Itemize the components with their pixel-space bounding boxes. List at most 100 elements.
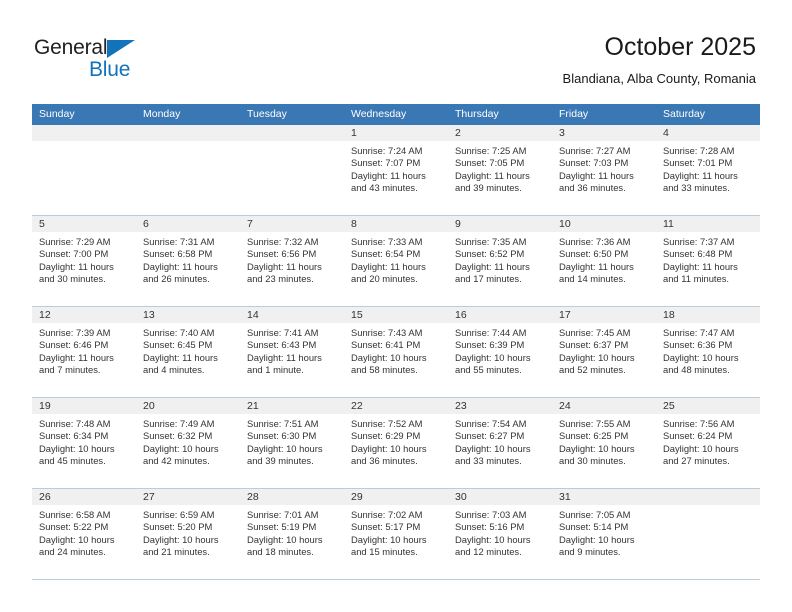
calendar-day-cell[interactable]: 22 Sunrise: 7:52 AM Sunset: 6:29 PM Dayligh…	[344, 398, 448, 488]
daylight-duration-line1: Daylight: 11 hours	[351, 169, 426, 181]
weekday-wednesday: Wednesday	[351, 108, 407, 120]
day-number: 9	[448, 216, 552, 232]
daylight-duration-line2: and 27 minutes.	[663, 455, 730, 467]
sunrise-time: Sunrise: 7:02 AM	[351, 509, 423, 520]
sunrise-time: Sunrise: 7:35 AM	[455, 236, 527, 247]
day-number: 4	[656, 125, 760, 141]
sunset-time: Sunset: 6:39 PM	[455, 339, 525, 351]
calendar-day-cell[interactable]: 25 Sunrise: 7:56 AM Sunset: 6:24 PM Dayligh…	[656, 398, 760, 488]
daylight-duration-line2: and 39 minutes.	[455, 182, 522, 194]
day-sun-info: Sunrise: 7:33 AM Sunset: 6:54 PM Daylight:…	[344, 232, 448, 286]
calendar-day-cell[interactable]: 21 Sunrise: 7:51 AM Sunset: 6:30 PM Dayligh…	[240, 398, 344, 488]
daylight-duration-line1: Daylight: 10 hours	[247, 533, 323, 545]
calendar-day-cell[interactable]: 7 Sunrise: 7:32 AM Sunset: 6:56 PM Daylight…	[240, 216, 344, 306]
day-number: 11	[656, 216, 760, 232]
calendar-day-cell[interactable]: 11 Sunrise: 7:37 AM Sunset: 6:48 PM Dayligh…	[656, 216, 760, 306]
calendar-day-cell[interactable]: 26 Sunrise: 6:58 AM Sunset: 5:22 PM Dayligh…	[32, 489, 136, 579]
day-sun-info: Sunrise: 7:41 AM Sunset: 6:43 PM Daylight:…	[240, 323, 344, 377]
daylight-duration-line1: Daylight: 11 hours	[247, 351, 322, 363]
calendar-day-cell[interactable]: 27 Sunrise: 6:59 AM Sunset: 5:20 PM Dayligh…	[136, 489, 240, 579]
calendar-day-cell[interactable]: 17 Sunrise: 7:45 AM Sunset: 6:37 PM Dayligh…	[552, 307, 656, 397]
daylight-duration-line1: Daylight: 11 hours	[143, 351, 218, 363]
daylight-duration-line2: and 58 minutes.	[351, 364, 418, 376]
sunset-time: Sunset: 5:17 PM	[351, 521, 421, 533]
daylight-duration-line1: Daylight: 11 hours	[455, 169, 530, 181]
sunrise-time: Sunrise: 7:47 AM	[663, 327, 735, 338]
calendar-day-cell[interactable]: 23 Sunrise: 7:54 AM Sunset: 6:27 PM Dayligh…	[448, 398, 552, 488]
calendar-day-cell[interactable]: 16 Sunrise: 7:44 AM Sunset: 6:39 PM Dayligh…	[448, 307, 552, 397]
calendar-day-cell[interactable]: 1 Sunrise: 7:24 AM Sunset: 7:07 PM Daylight…	[344, 125, 448, 215]
weekday-header-row: Sunday Monday Tuesday Wednesday Thursday…	[32, 104, 760, 125]
sunset-time: Sunset: 6:46 PM	[39, 339, 109, 351]
calendar-day-cell[interactable]: 2 Sunrise: 7:25 AM Sunset: 7:05 PM Daylight…	[448, 125, 552, 215]
page-subtitle: Blandiana, Alba County, Romania	[562, 71, 756, 86]
calendar-day-cell[interactable]: 18 Sunrise: 7:47 AM Sunset: 6:36 PM Dayligh…	[656, 307, 760, 397]
day-sun-info: Sunrise: 7:29 AM Sunset: 7:00 PM Daylight:…	[32, 232, 136, 286]
sunrise-time: Sunrise: 7:03 AM	[455, 509, 527, 520]
daylight-duration-line2: and 30 minutes.	[559, 455, 626, 467]
daylight-duration-line1: Daylight: 11 hours	[455, 260, 530, 272]
day-sun-info: Sunrise: 7:03 AM Sunset: 5:16 PM Daylight:…	[448, 505, 552, 559]
calendar-day-cell[interactable]: 14 Sunrise: 7:41 AM Sunset: 6:43 PM Dayligh…	[240, 307, 344, 397]
calendar-day-cell[interactable]: 10 Sunrise: 7:36 AM Sunset: 6:50 PM Dayligh…	[552, 216, 656, 306]
sunset-time: Sunset: 5:14 PM	[559, 521, 629, 533]
calendar-day-cell[interactable]: 13 Sunrise: 7:40 AM Sunset: 6:45 PM Dayligh…	[136, 307, 240, 397]
sunset-time: Sunset: 6:45 PM	[143, 339, 213, 351]
day-sun-info: Sunrise: 7:54 AM Sunset: 6:27 PM Daylight:…	[448, 414, 552, 468]
sunrise-time: Sunrise: 7:36 AM	[559, 236, 631, 247]
calendar-day-cell[interactable]: 4 Sunrise: 7:28 AM Sunset: 7:01 PM Daylight…	[656, 125, 760, 215]
day-number: 14	[240, 307, 344, 323]
calendar-day-cell[interactable]: 15 Sunrise: 7:43 AM Sunset: 6:41 PM Dayligh…	[344, 307, 448, 397]
day-sun-info: Sunrise: 7:25 AM Sunset: 7:05 PM Daylight:…	[448, 141, 552, 195]
calendar-day-cell[interactable]: 6 Sunrise: 7:31 AM Sunset: 6:58 PM Daylight…	[136, 216, 240, 306]
daylight-duration-line1: Daylight: 10 hours	[39, 442, 115, 454]
calendar-day-cell[interactable]: 31 Sunrise: 7:05 AM Sunset: 5:14 PM Dayligh…	[552, 489, 656, 579]
calendar-week-row: 1 Sunrise: 7:24 AM Sunset: 7:07 PM Daylight…	[32, 125, 760, 216]
day-number: 30	[448, 489, 552, 505]
day-sun-info: Sunrise: 7:47 AM Sunset: 6:36 PM Daylight:…	[656, 323, 760, 377]
daylight-duration-line2: and 20 minutes.	[351, 273, 418, 285]
sunset-time: Sunset: 6:48 PM	[663, 248, 733, 260]
day-sun-info: Sunrise: 7:52 AM Sunset: 6:29 PM Daylight:…	[344, 414, 448, 468]
calendar-day-cell[interactable]: 12 Sunrise: 7:39 AM Sunset: 6:46 PM Dayligh…	[32, 307, 136, 397]
sunset-time: Sunset: 6:32 PM	[143, 430, 213, 442]
calendar-day-cell[interactable]: 30 Sunrise: 7:03 AM Sunset: 5:16 PM Dayligh…	[448, 489, 552, 579]
daylight-duration-line1: Daylight: 11 hours	[247, 260, 322, 272]
calendar-grid: Sunday Monday Tuesday Wednesday Thursday…	[32, 104, 760, 580]
day-sun-info: Sunrise: 7:35 AM Sunset: 6:52 PM Daylight:…	[448, 232, 552, 286]
weekday-thursday: Thursday	[455, 108, 499, 120]
calendar-day-cell[interactable]: 28 Sunrise: 7:01 AM Sunset: 5:19 PM Dayligh…	[240, 489, 344, 579]
calendar-day-cell[interactable]: 24 Sunrise: 7:55 AM Sunset: 6:25 PM Dayligh…	[552, 398, 656, 488]
calendar-day-cell-empty	[656, 489, 760, 579]
daylight-duration-line2: and 45 minutes.	[39, 455, 106, 467]
daylight-duration-line1: Daylight: 10 hours	[663, 351, 739, 363]
sunrise-time: Sunrise: 7:52 AM	[351, 418, 423, 429]
sunrise-time: Sunrise: 7:33 AM	[351, 236, 423, 247]
daylight-duration-line1: Daylight: 11 hours	[559, 169, 634, 181]
daylight-duration-line1: Daylight: 10 hours	[455, 442, 531, 454]
general-blue-logo[interactable]: General Blue	[34, 36, 274, 92]
day-number: 24	[552, 398, 656, 414]
sunset-time: Sunset: 6:50 PM	[559, 248, 629, 260]
day-number: 5	[32, 216, 136, 232]
sunset-time: Sunset: 6:52 PM	[455, 248, 525, 260]
daylight-duration-line2: and 11 minutes.	[663, 273, 730, 285]
calendar-day-cell[interactable]: 9 Sunrise: 7:35 AM Sunset: 6:52 PM Daylight…	[448, 216, 552, 306]
calendar-day-cell[interactable]: 19 Sunrise: 7:48 AM Sunset: 6:34 PM Dayligh…	[32, 398, 136, 488]
sunrise-time: Sunrise: 7:27 AM	[559, 145, 631, 156]
day-number: 8	[344, 216, 448, 232]
day-number: 20	[136, 398, 240, 414]
calendar-day-cell[interactable]: 20 Sunrise: 7:49 AM Sunset: 6:32 PM Dayligh…	[136, 398, 240, 488]
daylight-duration-line1: Daylight: 10 hours	[351, 533, 427, 545]
day-number	[136, 125, 240, 141]
calendar-day-cell[interactable]: 3 Sunrise: 7:27 AM Sunset: 7:03 PM Daylight…	[552, 125, 656, 215]
calendar-day-cell[interactable]: 5 Sunrise: 7:29 AM Sunset: 7:00 PM Daylight…	[32, 216, 136, 306]
calendar-day-cell[interactable]: 8 Sunrise: 7:33 AM Sunset: 6:54 PM Daylight…	[344, 216, 448, 306]
sunrise-time: Sunrise: 7:55 AM	[559, 418, 631, 429]
calendar-day-cell[interactable]: 29 Sunrise: 7:02 AM Sunset: 5:17 PM Dayligh…	[344, 489, 448, 579]
daylight-duration-line2: and 7 minutes.	[39, 364, 101, 376]
sunset-time: Sunset: 7:01 PM	[663, 157, 733, 169]
sunrise-time: Sunrise: 7:41 AM	[247, 327, 319, 338]
sunrise-time: Sunrise: 7:40 AM	[143, 327, 215, 338]
day-number: 25	[656, 398, 760, 414]
